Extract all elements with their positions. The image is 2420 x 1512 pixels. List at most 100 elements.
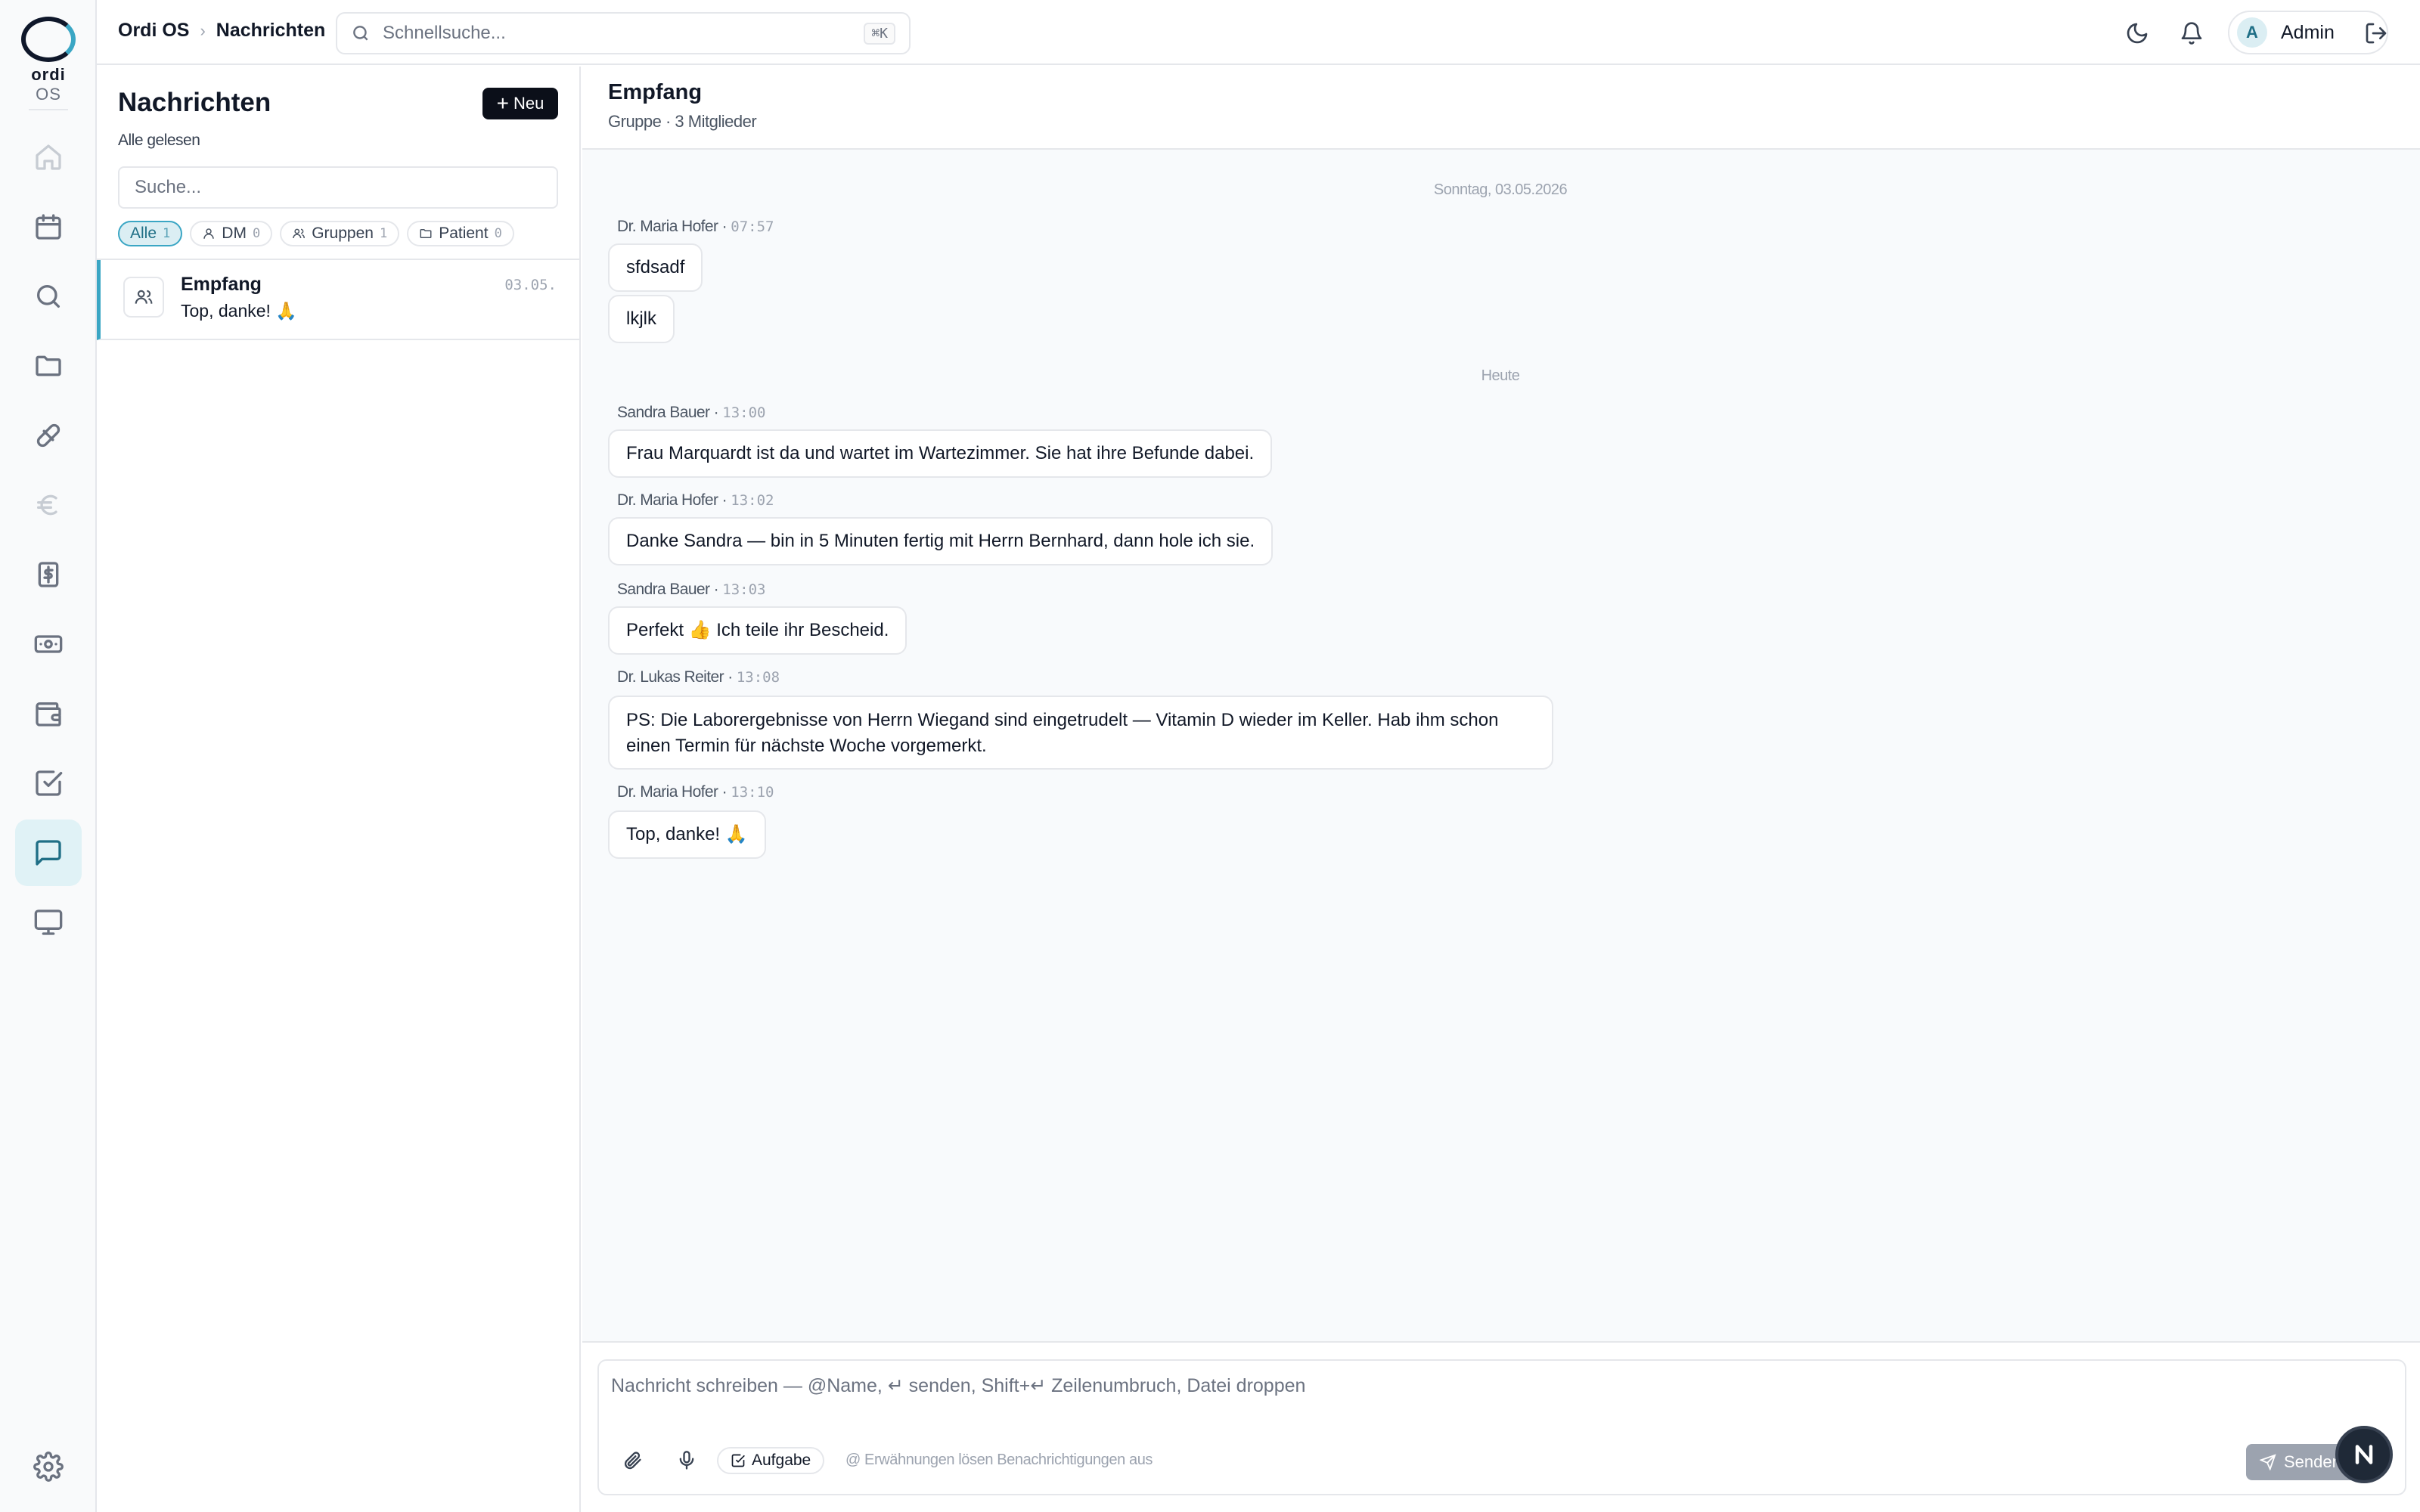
conversation-list: Empfang Top, danke! 🙏 03.05. [97,259,579,340]
message-sender: Dr. Maria Hofer [617,783,718,801]
sidebar: ordi OS [0,0,97,1512]
n-logo-icon [2355,1445,2373,1464]
logout-button[interactable] [2360,17,2393,50]
sidebar-item-tasks[interactable] [15,750,82,816]
chat-pane: Empfang Gruppe · 3 Mitglieder Sonntag, 0… [582,67,2420,1512]
filter-all-count: 1 [163,226,171,241]
send-button-label: Senden [2284,1452,2341,1471]
message-meta: Dr. Maria Hofer · 13:02 [617,491,774,509]
users-icon [293,228,306,239]
message-time: 13:00 [722,404,766,421]
send-icon [2260,1454,2276,1470]
message-sender: Sandra Bauer [617,404,710,421]
message-meta: Dr. Lukas Reiter · 13:08 [617,668,780,686]
bell-icon [2181,22,2202,45]
sidebar-item-billing[interactable] [15,472,82,538]
conversation-search-input[interactable]: Suche... [118,166,558,209]
quick-search-placeholder: Schnellsuche... [383,23,506,43]
message-bubble: Top, danke! 🙏 [608,810,766,859]
sidebar-divider [29,109,68,110]
quick-search-input[interactable]: Schnellsuche... ⌘K [336,12,911,54]
voice-record-button[interactable] [672,1445,702,1476]
composer-placeholder: Nachricht schreiben — @Name, ↵ senden, S… [611,1375,1306,1396]
conversation-date: 03.05. [504,277,557,293]
avatar: A [2237,17,2267,48]
logo-text: ordi OS [31,65,66,104]
top-bar: Ordi OS › Nachrichten Schnellsuche... ⌘K… [97,0,2420,65]
user-name: Admin [2281,21,2335,43]
filter-all[interactable]: Alle 1 [118,221,183,246]
folder-icon [36,355,61,376]
theme-toggle-button[interactable] [2121,17,2154,50]
filter-dm-label: DM [222,225,247,242]
sidebar-item-invoices[interactable] [15,541,82,608]
monitor-icon [34,909,63,935]
message-time: 13:10 [731,784,774,801]
conversation-preview: Top, danke! 🙏 [181,301,297,321]
mark-all-read-link[interactable]: Alle gelesen [118,132,200,150]
sidebar-item-search[interactable] [15,263,82,330]
gear-icon [33,1452,64,1482]
logo-mark [21,17,76,62]
app-root: ordi OS Ordi OS › Nachrichten Schnellsuc… [0,0,2420,1512]
message-bubble: Perfekt 👍 Ich teile ihr Bescheid. [608,606,908,655]
sidebar-item-home[interactable] [15,124,82,191]
message-time: 13:02 [731,492,774,509]
sidebar-item-payments[interactable] [15,611,82,677]
message-meta: Sandra Bauer · 13:03 [617,581,766,598]
chat-header: Empfang Gruppe · 3 Mitglieder [582,67,2420,150]
filter-groups[interactable]: Gruppen 1 [280,221,400,246]
chat-icon [36,840,61,866]
list-item[interactable]: Empfang Top, danke! 🙏 03.05. [97,260,579,340]
create-task-button[interactable]: Aufgabe [717,1447,825,1474]
sidebar-item-messages[interactable] [15,820,82,886]
ordi-logo[interactable]: ordi OS [17,17,80,104]
conversation-list-pane: Nachrichten + Neu Alle gelesen Suche... … [97,67,581,1512]
message-bubble: sfdsadf [608,243,703,292]
pill-icon [36,423,60,448]
message-meta: Sandra Bauer · 13:00 [617,404,766,421]
breadcrumb-separator: › [200,20,206,40]
sidebar-item-medication[interactable] [15,402,82,469]
paperclip-icon [624,1452,641,1470]
filter-groups-label: Gruppen [312,225,374,242]
filter-patient[interactable]: Patient 0 [407,221,514,246]
attach-file-button[interactable] [617,1445,647,1476]
sidebar-item-wallet[interactable] [15,680,82,747]
sidebar-item-display[interactable] [15,889,82,956]
breadcrumb: Ordi OS › Nachrichten [118,20,325,42]
task-check-icon [731,1454,745,1467]
day-separator: Sonntag, 03.05.2026 [1433,181,1568,198]
user-icon [203,228,215,239]
logout-icon [2366,23,2387,44]
checkbox-icon [36,770,63,796]
sidebar-item-settings[interactable] [15,1433,82,1500]
breadcrumb-root[interactable]: Ordi OS [118,20,189,42]
shortcut-badge: ⌘K [864,22,895,45]
message-sender: Sandra Bauer [617,581,710,598]
message-composer[interactable]: Nachricht schreiben — @Name, ↵ senden, S… [597,1359,2406,1495]
new-conversation-button[interactable]: + Neu [482,88,558,119]
chat-subtitle: Gruppe · 3 Mitglieder [608,112,757,131]
microphone-icon [679,1451,694,1470]
dollar-receipt-icon [38,562,59,587]
message-bubble: Danke Sandra — bin in 5 Minuten fertig m… [608,517,1274,565]
sidebar-item-files[interactable] [15,333,82,399]
message-bubble: lkjlk [608,295,675,343]
message-sender: Dr. Maria Hofer [617,218,718,235]
message-time: 07:57 [731,218,774,235]
assistant-fab-button[interactable] [2335,1426,2393,1483]
message-meta: Dr. Maria Hofer · 13:10 [617,783,774,801]
group-avatar [123,277,164,318]
filter-dm[interactable]: DM 0 [190,221,273,246]
calendar-icon [36,214,61,240]
message-bubble: PS: Die Laborergebnisse von Herrn Wiegan… [608,696,1553,770]
moon-icon [2127,23,2148,44]
users-icon [135,290,153,304]
message-time: 13:03 [722,581,766,598]
notifications-button[interactable] [2175,17,2208,50]
conversation-name: Empfang [181,274,262,295]
banknote-icon [34,635,63,653]
sidebar-item-calendar[interactable] [15,194,82,260]
folder-icon [420,229,432,238]
